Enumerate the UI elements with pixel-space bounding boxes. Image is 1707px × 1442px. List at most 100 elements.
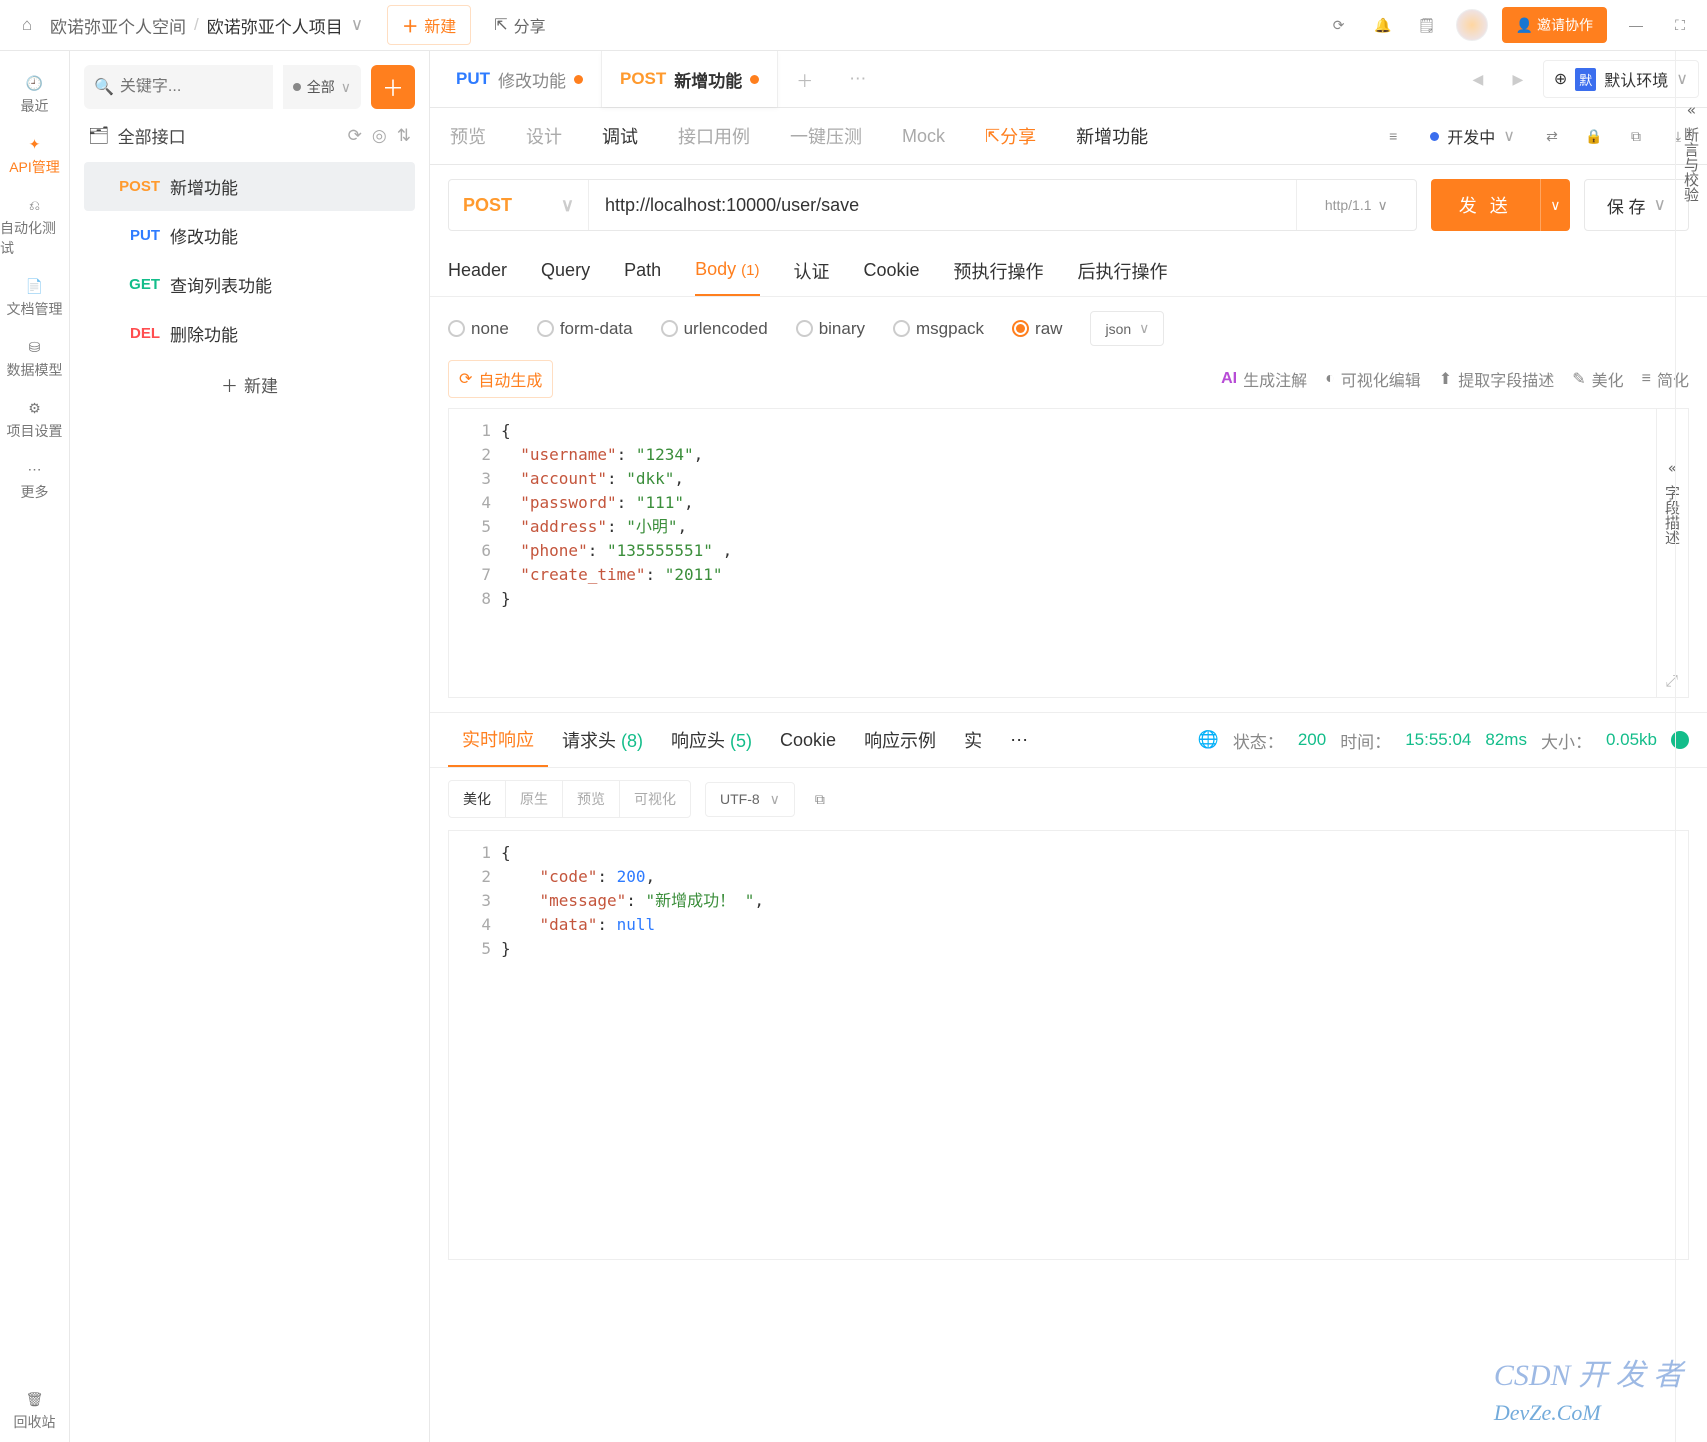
rt-post[interactable]: 后执行操作 bbox=[1078, 258, 1168, 284]
rt-header[interactable]: Header bbox=[448, 260, 507, 281]
body-editor[interactable]: 12345678 { "username": "1234", "account"… bbox=[448, 408, 1689, 698]
format-button[interactable]: ✎美化 bbox=[1572, 367, 1623, 391]
url-input[interactable] bbox=[589, 180, 1296, 230]
nav-recent[interactable]: 🕘最近 bbox=[0, 65, 69, 126]
prev-icon[interactable]: ◀ bbox=[1463, 64, 1493, 94]
resp-editor[interactable]: 12345 { "code": 200, "message": "新增成功！ "… bbox=[448, 830, 1689, 1260]
globe-icon[interactable]: 🌐 bbox=[1198, 730, 1219, 750]
send-drop[interactable]: ∨ bbox=[1540, 179, 1570, 231]
share-button[interactable]: ⇱ 分享 bbox=[479, 5, 560, 45]
filter-select[interactable]: 全部 ∨ bbox=[283, 65, 361, 109]
nav-auto[interactable]: ⎌自动化测试 bbox=[0, 187, 69, 268]
avatar[interactable] bbox=[1456, 9, 1488, 41]
invite-button[interactable]: 👤 邀请协作 bbox=[1502, 7, 1607, 43]
maximize-icon[interactable]: ⛶ bbox=[1665, 10, 1695, 40]
tab-post[interactable]: POST新增功能 bbox=[601, 51, 778, 107]
resp-resh[interactable]: 响应头 (5) bbox=[657, 727, 766, 753]
sub-cases[interactable]: 接口用例 bbox=[658, 108, 770, 164]
encoding-select[interactable]: UTF-8∨ bbox=[705, 782, 795, 817]
bt-msg[interactable]: msgpack bbox=[893, 319, 984, 339]
bt-url[interactable]: urlencoded bbox=[661, 319, 768, 339]
rt-cookie[interactable]: Cookie bbox=[864, 260, 920, 281]
nav-more[interactable]: ⋯更多 bbox=[0, 451, 69, 512]
visual-button[interactable]: ◐可视化编辑 bbox=[1325, 367, 1421, 391]
method-select[interactable]: POST∨ bbox=[449, 180, 589, 230]
nav-doc[interactable]: 📄文档管理 bbox=[0, 268, 69, 329]
sort-icon[interactable]: ⇅ bbox=[397, 126, 411, 146]
api-icon: ✦ bbox=[29, 136, 41, 153]
seg-preview[interactable]: 预览 bbox=[563, 781, 620, 817]
settings-icon: ⚙ bbox=[28, 400, 41, 417]
ai-button[interactable]: AI生成注解 bbox=[1221, 367, 1307, 391]
sub-share[interactable]: ⇱ 分享 bbox=[965, 108, 1056, 164]
tree-item-post[interactable]: POST新增功能 bbox=[84, 162, 415, 211]
copy-resp-icon[interactable]: ⧉ bbox=[805, 784, 835, 814]
locate-icon[interactable]: ◎ bbox=[372, 126, 387, 146]
rt-body[interactable]: Body (1) bbox=[695, 259, 759, 296]
tab-add[interactable]: ＋ bbox=[778, 51, 831, 107]
rt-pre[interactable]: 预执行操作 bbox=[954, 258, 1044, 284]
note-icon[interactable]: 🗒 bbox=[1412, 10, 1442, 40]
tree-item-put[interactable]: PUT修改功能 bbox=[84, 211, 415, 260]
tab-more[interactable]: ⋯ bbox=[831, 51, 884, 107]
resp-live[interactable]: 实时响应 bbox=[448, 713, 548, 767]
rt-path[interactable]: Path bbox=[624, 260, 661, 281]
seg-visual[interactable]: 可视化 bbox=[620, 781, 690, 817]
sync-icon[interactable]: ⟳ bbox=[1324, 10, 1354, 40]
sub-debug[interactable]: 调试 bbox=[582, 108, 658, 164]
sub-preview[interactable]: 预览 bbox=[430, 108, 506, 164]
home-icon[interactable]: ⌂ bbox=[12, 10, 42, 40]
collapse-icon[interactable]: ≡ bbox=[1378, 121, 1408, 151]
autogen-button[interactable]: ⟳自动生成 bbox=[448, 360, 553, 398]
bell-icon[interactable]: 🔔 bbox=[1368, 10, 1398, 40]
bt-raw[interactable]: raw bbox=[1012, 319, 1062, 339]
extract-button[interactable]: ⬆提取字段描述 bbox=[1439, 367, 1554, 391]
rt-auth[interactable]: 认证 bbox=[794, 258, 830, 284]
tree-item-get[interactable]: GET查询列表功能 bbox=[84, 260, 415, 309]
new-api[interactable]: ＋ 新建 bbox=[84, 358, 415, 411]
copy-icon[interactable]: ⧉ bbox=[1621, 121, 1651, 151]
resp-ex[interactable]: 响应示例 bbox=[850, 727, 950, 753]
rail-assert[interactable]: «断言与校验 bbox=[1675, 51, 1707, 1442]
breadcrumb-workspace[interactable]: 欧诺弥亚个人空间 bbox=[50, 13, 186, 38]
raw-type-select[interactable]: json∨ bbox=[1090, 311, 1164, 346]
nav-data[interactable]: ⛁数据模型 bbox=[0, 329, 69, 390]
model-icon: ⛁ bbox=[29, 339, 41, 356]
resp-cookie[interactable]: Cookie bbox=[766, 730, 850, 751]
all-apis[interactable]: 全部接口 bbox=[118, 123, 186, 148]
seg-raw[interactable]: 原生 bbox=[506, 781, 563, 817]
trash-icon: 🗑 bbox=[26, 1391, 44, 1408]
main: PUT修改功能 POST新增功能 ＋ ⋯ ◀ ▶ ⊕ 默 默认环境 ∨ 预览 设… bbox=[430, 51, 1707, 1442]
nav-api[interactable]: ✦API管理 bbox=[0, 126, 69, 187]
sub-design[interactable]: 设计 bbox=[506, 108, 582, 164]
sub-mock[interactable]: Mock bbox=[882, 108, 965, 164]
status-select[interactable]: 开发中∨ bbox=[1420, 118, 1525, 154]
save-button[interactable]: 保 存∨ bbox=[1584, 179, 1689, 231]
proto-select[interactable]: http/1.1∨ bbox=[1296, 180, 1416, 230]
bt-form[interactable]: form-data bbox=[537, 319, 633, 339]
search-icon: 🔍 bbox=[94, 77, 114, 97]
search-input[interactable]: 🔍 bbox=[84, 65, 273, 109]
new-button[interactable]: ＋ 新建 bbox=[387, 5, 471, 45]
tree-item-del[interactable]: DEL删除功能 bbox=[84, 309, 415, 358]
next-icon[interactable]: ▶ bbox=[1503, 64, 1533, 94]
tool1-icon[interactable]: ⇄ bbox=[1537, 121, 1567, 151]
resp-more[interactable]: ⋯ bbox=[996, 730, 1042, 751]
bt-binary[interactable]: binary bbox=[796, 319, 865, 339]
rt-query[interactable]: Query bbox=[541, 260, 590, 281]
nav-proj[interactable]: ⚙项目设置 bbox=[0, 390, 69, 451]
breadcrumb-project[interactable]: 欧诺弥亚个人项目 bbox=[207, 13, 343, 38]
breadcrumb: ⌂ 欧诺弥亚个人空间 / 欧诺弥亚个人项目 ∨ bbox=[12, 10, 363, 40]
add-button[interactable]: ＋ bbox=[371, 65, 415, 109]
resp-reqh[interactable]: 请求头 (8) bbox=[548, 727, 657, 753]
lock-icon[interactable]: 🔒 bbox=[1579, 121, 1609, 151]
send-button[interactable]: 发 送 ∨ bbox=[1431, 179, 1570, 231]
tab-put[interactable]: PUT修改功能 bbox=[438, 51, 601, 107]
minimize-icon[interactable]: — bbox=[1621, 10, 1651, 40]
seg-format[interactable]: 美化 bbox=[449, 781, 506, 817]
nav-recycle[interactable]: 🗑回收站 bbox=[0, 1381, 69, 1442]
sub-stress[interactable]: 一键压测 bbox=[770, 108, 882, 164]
resp-truncated[interactable]: 实 bbox=[950, 727, 996, 753]
refresh-icon[interactable]: ⟳ bbox=[348, 126, 362, 146]
bt-none[interactable]: none bbox=[448, 319, 509, 339]
